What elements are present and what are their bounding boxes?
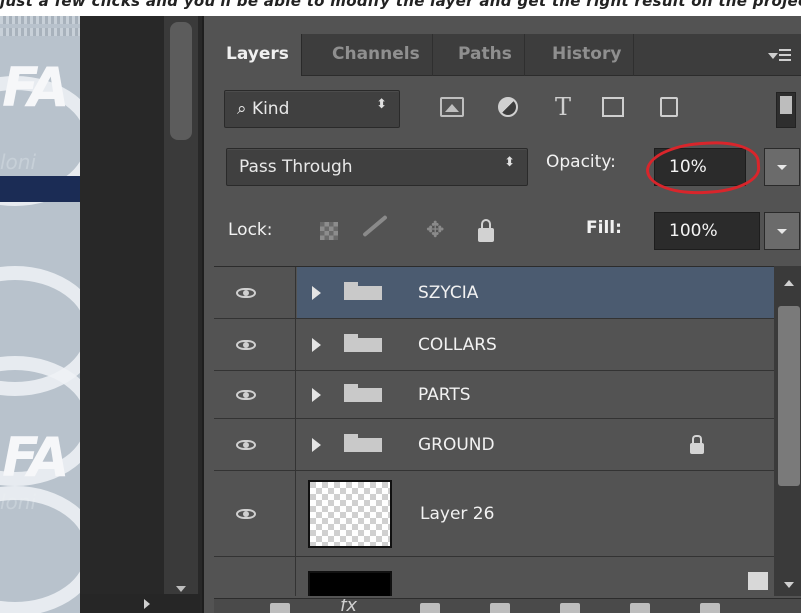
blend-row: Pass Through ⬍ Opacity: 10% xyxy=(214,138,801,198)
expand-arrow-icon[interactable] xyxy=(312,285,321,300)
lock-transparency-icon[interactable] xyxy=(320,222,338,240)
panel-menu-arrow-icon xyxy=(768,53,778,59)
folder-icon xyxy=(344,333,382,352)
expand-arrow-icon[interactable] xyxy=(312,387,321,402)
expand-arrow-icon[interactable] xyxy=(312,437,321,452)
layer-row[interactable]: COLLARS xyxy=(214,319,774,371)
new-group-icon[interactable] xyxy=(560,603,580,613)
fill-dropdown-button[interactable] xyxy=(764,212,800,250)
scroll-down-arrow-icon[interactable] xyxy=(784,582,794,588)
blend-mode-select[interactable]: Pass Through ⬍ xyxy=(226,148,528,186)
fx-icon[interactable]: fx xyxy=(340,599,357,613)
opacity-label: Opacity: xyxy=(546,152,616,172)
filter-kind-text: Kind xyxy=(251,99,290,119)
canvas-vertical-scrollbar[interactable] xyxy=(164,16,198,613)
scrollbar-thumb[interactable] xyxy=(778,306,800,486)
lock-row: Lock: ✥ Fill: 100% xyxy=(214,206,801,258)
trash-icon[interactable] xyxy=(700,603,720,613)
shape-layer-filter-icon[interactable] xyxy=(602,97,624,117)
canvas-pattern xyxy=(0,28,80,36)
layer-thumbnail[interactable] xyxy=(308,571,392,596)
folder-icon xyxy=(344,281,382,300)
adjustment-layer-icon[interactable] xyxy=(490,603,510,613)
eye-icon[interactable] xyxy=(236,389,256,400)
panel-tab-bar: Layers Channels Paths History xyxy=(214,34,801,76)
lock-label: Lock: xyxy=(228,220,273,240)
filter-kind-label: ⌕ Kind xyxy=(237,91,289,127)
canvas-logo-text: FA xyxy=(2,426,70,489)
status-arrow-icon[interactable] xyxy=(144,599,150,609)
layer-thumbnail[interactable] xyxy=(308,480,392,548)
pixel-layer-filter-icon[interactable] xyxy=(440,97,464,117)
tab-paths[interactable]: Paths xyxy=(446,34,525,76)
layer-row[interactable]: PARTS xyxy=(214,371,774,419)
filter-toggle-switch[interactable] xyxy=(776,92,796,128)
visibility-cell[interactable] xyxy=(214,419,296,470)
scroll-down-arrow-icon[interactable] xyxy=(176,586,186,592)
layer-name[interactable]: GROUND xyxy=(418,419,495,471)
layers-list: SZYCIA COLLARS PARTS GROUND Layer 26 xyxy=(214,266,774,596)
layer-name[interactable]: Layer 26 xyxy=(420,471,494,557)
visibility-cell[interactable] xyxy=(214,557,296,596)
visibility-cell[interactable] xyxy=(214,267,296,318)
blend-mode-value: Pass Through xyxy=(239,157,353,177)
lock-all-icon[interactable] xyxy=(478,219,494,242)
status-bar xyxy=(80,594,200,613)
link-layers-icon[interactable] xyxy=(270,603,290,613)
adjustment-layer-filter-icon[interactable] xyxy=(498,97,518,117)
type-layer-filter-icon[interactable]: T xyxy=(550,94,576,120)
add-mask-icon[interactable] xyxy=(420,603,440,613)
layer-lock-icon xyxy=(690,434,704,454)
layer-row[interactable]: Layer 26 xyxy=(214,471,774,557)
canvas-logo-text: FA xyxy=(2,56,70,119)
canvas-band xyxy=(0,176,80,202)
layer-row[interactable]: GROUND xyxy=(214,419,774,471)
panel-bottom-toolbar: fx xyxy=(214,598,801,613)
scroll-up-arrow-icon[interactable] xyxy=(784,280,794,286)
layers-scrollbar[interactable] xyxy=(748,266,801,596)
smart-object-filter-icon[interactable] xyxy=(660,97,678,117)
panel-menu-button[interactable] xyxy=(768,44,792,66)
select-caret-icon: ⬍ xyxy=(504,155,515,170)
eye-icon[interactable] xyxy=(236,439,256,450)
fill-input[interactable]: 100% xyxy=(654,212,760,250)
document-canvas[interactable]: FA loni FA loni xyxy=(0,16,80,613)
canvas-pattern xyxy=(0,16,80,24)
fill-label: Fill: xyxy=(586,218,622,238)
panel-menu-icon xyxy=(779,49,791,51)
search-icon: ⌕ xyxy=(237,99,247,119)
canvas-swirl xyxy=(0,486,80,613)
layer-name[interactable]: SZYCIA xyxy=(418,267,478,319)
layer-filter-row: ⌕ Kind ⬍ T xyxy=(214,84,801,136)
tab-history[interactable]: History xyxy=(540,34,635,76)
layer-row[interactable]: SZYCIA xyxy=(214,267,774,319)
tab-channels[interactable]: Channels xyxy=(320,34,433,76)
folder-icon xyxy=(344,383,382,402)
layer-name[interactable]: COLLARS xyxy=(418,319,497,371)
layer-name[interactable]: PARTS xyxy=(418,371,471,419)
expand-arrow-icon[interactable] xyxy=(312,337,321,352)
layer-row[interactable] xyxy=(214,557,774,596)
new-layer-icon[interactable] xyxy=(630,603,650,613)
folder-icon xyxy=(344,433,382,452)
visibility-cell[interactable] xyxy=(214,471,296,556)
eye-icon[interactable] xyxy=(236,339,256,350)
canvas-logo-sub: loni xyxy=(0,150,37,174)
opacity-dropdown-button[interactable] xyxy=(764,148,800,186)
lock-position-icon[interactable]: ✥ xyxy=(426,220,448,242)
layers-panel: Layers Channels Paths History ⌕ Kind ⬍ T… xyxy=(202,16,801,613)
scroll-corner xyxy=(748,572,768,590)
eye-icon[interactable] xyxy=(236,508,256,519)
scrollbar-thumb[interactable] xyxy=(170,22,192,140)
top-cropped-text: just a few clicks and you'll be able to … xyxy=(0,0,801,16)
eye-icon[interactable] xyxy=(236,287,256,298)
select-caret-icon: ⬍ xyxy=(376,97,387,112)
visibility-cell[interactable] xyxy=(214,371,296,418)
top-text: just a few clicks and you'll be able to … xyxy=(0,0,801,10)
lock-pixels-icon[interactable] xyxy=(362,214,388,238)
visibility-cell[interactable] xyxy=(214,319,296,370)
tab-layers[interactable]: Layers xyxy=(214,34,302,76)
filter-kind-select[interactable]: ⌕ Kind ⬍ xyxy=(224,90,400,128)
